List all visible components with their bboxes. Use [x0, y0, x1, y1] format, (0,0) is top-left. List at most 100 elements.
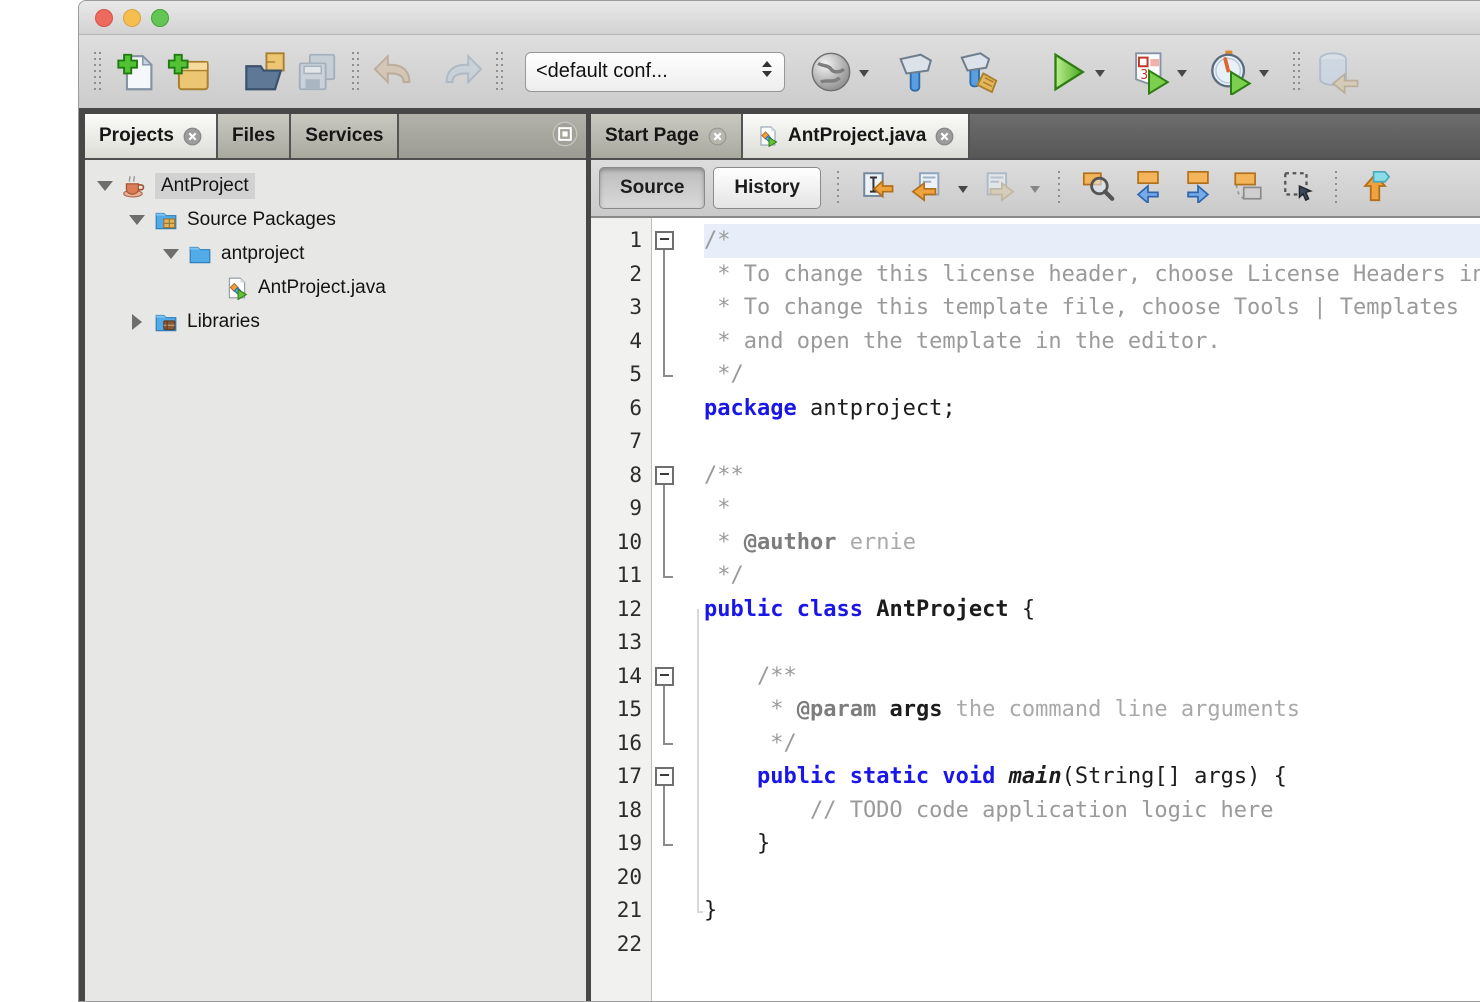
line-number[interactable]: 21	[591, 894, 651, 928]
code-line[interactable]: * To change this template file, choose T…	[704, 291, 1480, 325]
fold-toggle[interactable]	[655, 466, 674, 485]
forward-button[interactable]	[978, 167, 1020, 209]
close-icon[interactable]	[708, 127, 727, 146]
tree-item-source-packages[interactable]: Source Packages	[85, 203, 586, 237]
fold-toggle[interactable]	[655, 767, 674, 786]
set-main-project-button[interactable]	[805, 45, 857, 99]
tree-item-antproject-java[interactable]: AntProject.java	[85, 271, 586, 305]
save-all-button[interactable]	[291, 45, 343, 99]
collapse-arrow-icon[interactable]	[127, 312, 147, 332]
code-line[interactable]: * @param args the command line arguments	[704, 693, 1480, 727]
line-number[interactable]: 2	[591, 258, 651, 292]
code-line[interactable]: /**	[704, 459, 1480, 493]
tree-item-antproject-package[interactable]: antproject	[85, 237, 586, 271]
code-text-area[interactable]: /* * To change this license header, choo…	[704, 218, 1480, 1001]
line-number[interactable]: 5	[591, 358, 651, 392]
line-number[interactable]: 9	[591, 492, 651, 526]
previous-bookmark-button[interactable]	[1354, 167, 1396, 209]
line-number[interactable]: 14	[591, 660, 651, 694]
toggle-highlight-button[interactable]	[1227, 167, 1269, 209]
toolbar-grip[interactable]	[496, 52, 504, 92]
window-titlebar[interactable]	[79, 1, 1480, 35]
tab-antproject-java[interactable]: AntProject.java	[743, 114, 970, 158]
code-line[interactable]: */	[704, 559, 1480, 593]
line-number[interactable]: 1	[591, 224, 651, 258]
toolbar-grip[interactable]	[1293, 52, 1301, 92]
debug-dropdown-caret[interactable]	[1177, 70, 1187, 82]
code-line[interactable]: * To change this license header, choose …	[704, 258, 1480, 292]
line-number[interactable]: 13	[591, 626, 651, 660]
line-number[interactable]: 4	[591, 325, 651, 359]
debug-project-button[interactable]: 3	[1123, 45, 1175, 99]
redo-button[interactable]	[435, 45, 487, 99]
line-number[interactable]: 18	[591, 794, 651, 828]
code-line[interactable]	[704, 928, 1480, 962]
back-dropdown-caret[interactable]	[958, 186, 968, 198]
profile-dropdown-caret[interactable]	[1259, 70, 1269, 82]
code-line[interactable]: }	[704, 894, 1480, 928]
line-number[interactable]: 7	[591, 425, 651, 459]
last-edit-button[interactable]	[856, 167, 898, 209]
line-number[interactable]: 11	[591, 559, 651, 593]
clean-build-button[interactable]	[953, 45, 1005, 99]
database-button[interactable]	[1310, 45, 1362, 99]
expand-arrow-icon[interactable]	[127, 210, 147, 230]
editor-toolbar-grip[interactable]	[1058, 171, 1061, 205]
run-project-button[interactable]	[1041, 45, 1093, 99]
tab-services[interactable]: Services	[291, 114, 399, 158]
line-number[interactable]: 19	[591, 827, 651, 861]
open-project-button[interactable]	[239, 45, 291, 99]
line-number[interactable]: 16	[591, 727, 651, 761]
code-line[interactable]: *	[704, 492, 1480, 526]
profile-project-button[interactable]	[1205, 45, 1257, 99]
expand-arrow-icon[interactable]	[95, 176, 115, 196]
line-number[interactable]: 3	[591, 291, 651, 325]
find-selection-button[interactable]	[1077, 167, 1119, 209]
toolbar-grip[interactable]	[94, 52, 102, 92]
configuration-dropdown[interactable]: <default conf...	[525, 52, 785, 92]
close-icon[interactable]	[183, 127, 202, 146]
code-line[interactable]	[704, 425, 1480, 459]
code-line[interactable]: * and open the template in the editor.	[704, 325, 1480, 359]
close-window-button[interactable]	[95, 9, 113, 27]
code-line[interactable]: /*	[704, 224, 1480, 258]
code-line[interactable]: /**	[704, 660, 1480, 694]
line-number[interactable]: 20	[591, 861, 651, 895]
new-project-button[interactable]	[163, 45, 215, 99]
toolbar-grip[interactable]	[352, 52, 360, 92]
undo-button[interactable]	[369, 45, 421, 99]
line-number[interactable]: 17	[591, 760, 651, 794]
editor-toolbar-grip[interactable]	[1335, 171, 1338, 205]
code-line[interactable]: */	[704, 358, 1480, 392]
minimize-window-button[interactable]	[123, 9, 141, 27]
zoom-window-button[interactable]	[151, 9, 169, 27]
tab-projects[interactable]: Projects	[85, 114, 218, 158]
line-number[interactable]: 12	[591, 593, 651, 627]
code-line[interactable]: package antproject;	[704, 392, 1480, 426]
build-project-button[interactable]	[889, 45, 941, 99]
tab-start-page[interactable]: Start Page	[591, 114, 743, 158]
float-window-icon[interactable]	[552, 121, 578, 152]
code-line[interactable]	[704, 626, 1480, 660]
editor-toolbar-grip[interactable]	[837, 171, 840, 205]
line-number[interactable]: 15	[591, 693, 651, 727]
run-dropdown-caret[interactable]	[1095, 70, 1105, 82]
next-occurrence-button[interactable]	[1177, 167, 1219, 209]
tree-item-libraries[interactable]: Libraries	[85, 305, 586, 339]
line-number[interactable]: 6	[591, 392, 651, 426]
tree-item-antproject[interactable]: AntProject	[85, 169, 586, 203]
line-number[interactable]: 22	[591, 928, 651, 962]
tab-files[interactable]: Files	[218, 114, 291, 158]
code-line[interactable]	[704, 861, 1480, 895]
code-line[interactable]: // TODO code application logic here	[704, 794, 1480, 828]
code-line[interactable]: * @author ernie	[704, 526, 1480, 560]
rectangular-selection-button[interactable]	[1277, 167, 1319, 209]
line-number[interactable]: 10	[591, 526, 651, 560]
code-line[interactable]: }	[704, 827, 1480, 861]
expand-arrow-icon[interactable]	[161, 244, 181, 264]
history-view-button[interactable]: History	[713, 167, 820, 209]
back-button[interactable]	[906, 167, 948, 209]
fold-toggle[interactable]	[655, 231, 674, 250]
source-view-button[interactable]: Source	[599, 167, 705, 209]
code-line[interactable]: public static void main(String[] args) {	[704, 760, 1480, 794]
